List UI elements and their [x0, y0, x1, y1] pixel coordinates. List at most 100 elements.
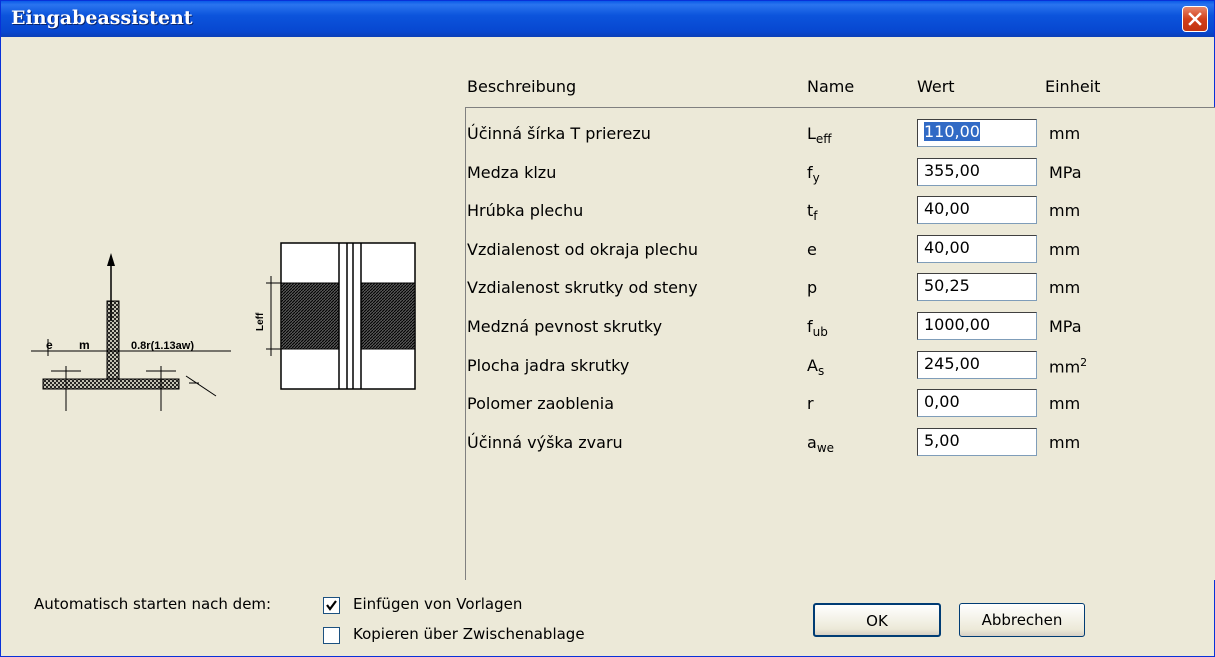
parameter-unit-text: mm — [1049, 124, 1081, 143]
checkbox-copy-clipboard[interactable] — [323, 627, 340, 644]
parameter-symbol-base: a — [807, 433, 817, 452]
auto-start-label: Automatisch starten nach dem: — [34, 595, 272, 613]
parameter-value-text: 245,00 — [924, 354, 980, 373]
parameter-description: Hrúbka plechu — [467, 201, 584, 220]
parameter-description: Účinná šírka T prierezu — [467, 124, 651, 143]
parameter-symbol: Leff — [807, 124, 832, 146]
cancel-button[interactable]: Abbrechen — [959, 603, 1085, 637]
t-section-side-view: e m 0.8r(1.13aw) — [31, 253, 231, 411]
header-unit: Einheit — [1045, 77, 1101, 96]
window-title: Eingabeassistent — [11, 7, 193, 29]
parameter-unit: MPa — [1049, 163, 1082, 182]
parameter-description: Vzdialenost od okraja plechu — [467, 240, 698, 259]
parameter-symbol: fub — [807, 317, 828, 339]
parameter-value-input[interactable]: 355,00 — [917, 158, 1037, 186]
parameter-symbol-base: r — [807, 394, 814, 413]
dialog-window: Eingabeassistent e m 0.8r(1.13aw) Leff B… — [0, 0, 1215, 657]
parameter-symbol: p — [807, 278, 817, 297]
parameter-row: Účinná výška zvaru awe 5,00 mm — [467, 428, 1107, 458]
parameter-value-input[interactable]: 40,00 — [917, 196, 1037, 224]
parameter-symbol: tf — [807, 201, 818, 223]
parameter-symbol-subscript: f — [813, 209, 818, 223]
parameter-symbol-subscript: ub — [812, 325, 828, 339]
parameter-value-text: 40,00 — [924, 238, 970, 257]
checkbox-copy-clipboard-label: Kopieren über Zwischenablage — [353, 625, 585, 643]
parameter-unit: mm — [1049, 394, 1080, 413]
close-button[interactable] — [1182, 6, 1208, 32]
parameter-row: Plocha jadra skrutky As 245,00 mm2 — [467, 351, 1107, 381]
parameter-symbol: fy — [807, 163, 820, 185]
parameter-symbol: e — [807, 240, 817, 259]
close-icon — [1188, 12, 1202, 26]
parameter-value-text: 355,00 — [924, 161, 980, 180]
parameter-description: Medza klzu — [467, 163, 557, 182]
parameter-symbol-base: L — [807, 124, 816, 143]
parameter-value-input[interactable]: 1000,00 — [917, 312, 1037, 340]
parameter-symbol: r — [807, 394, 814, 413]
parameter-row: Účinná šírka T prierezu Leff 110,00 mm — [467, 119, 1107, 149]
parameter-symbol-subscript: we — [816, 441, 835, 455]
parameter-symbol-base: e — [807, 240, 817, 259]
parameter-description: Polomer zaoblenia — [467, 394, 615, 413]
parameter-unit: mm — [1049, 240, 1080, 259]
parameter-value-input[interactable]: 0,00 — [917, 389, 1037, 417]
parameter-row: Vzdialenost od okraja plechu e 40,00 mm — [467, 235, 1107, 265]
parameter-symbol: As — [807, 356, 824, 378]
parameter-unit: mm — [1049, 433, 1080, 452]
parameter-value-text: 110,00 — [924, 122, 980, 141]
parameter-unit-text: MPa — [1049, 317, 1082, 336]
parameter-value-text: 50,25 — [924, 276, 970, 295]
parameter-unit: mm2 — [1049, 356, 1087, 376]
parameter-symbol: awe — [807, 433, 834, 455]
plate-front-view: Leff — [255, 242, 416, 390]
parameter-unit: mm — [1049, 278, 1080, 297]
parameter-row: Medzná pevnost skrutky fub 1000,00 MPa — [467, 312, 1107, 342]
parameter-value-text: 0,00 — [924, 392, 960, 411]
title-bar[interactable]: Eingabeassistent — [1, 1, 1214, 37]
parameter-symbol-subscript: y — [812, 171, 820, 185]
parameter-row: Vzdialenost skrutky od steny p 50,25 mm — [467, 273, 1107, 303]
t-stub-diagram: e m 0.8r(1.13aw) Leff — [31, 242, 416, 411]
parameter-description: Vzdialenost skrutky od steny — [467, 278, 698, 297]
parameter-unit-text: mm — [1049, 357, 1081, 377]
ok-button[interactable]: OK — [813, 603, 941, 637]
header-value: Wert — [917, 77, 955, 96]
parameter-value-input[interactable]: 110,00 — [917, 119, 1037, 147]
header-name: Name — [807, 77, 855, 96]
diagram-label-m: m — [79, 338, 90, 352]
parameter-row: Medza klzu fy 355,00 MPa — [467, 158, 1107, 188]
parameter-unit-superscript: 2 — [1080, 356, 1088, 369]
parameter-value-input[interactable]: 40,00 — [917, 235, 1037, 263]
parameter-value-text: 5,00 — [924, 431, 960, 450]
parameter-symbol-base: A — [807, 356, 818, 375]
parameter-unit-text: mm — [1049, 394, 1081, 413]
diagram-label-e: e — [46, 338, 53, 352]
checkbox-insert-templates-label: Einfügen von Vorlagen — [353, 595, 523, 613]
parameter-description: Plocha jadra skrutky — [467, 356, 630, 375]
diagram-label-r: 0.8r(1.13aw) — [131, 340, 194, 352]
parameter-unit: mm — [1049, 124, 1080, 143]
parameter-unit-text: mm — [1049, 278, 1081, 297]
parameter-unit-text: mm — [1049, 240, 1081, 259]
parameter-value-input[interactable]: 245,00 — [917, 351, 1037, 379]
checkbox-insert-templates[interactable] — [323, 597, 340, 614]
parameter-value-text: 1000,00 — [924, 315, 991, 334]
parameter-value-input[interactable]: 50,25 — [917, 273, 1037, 301]
diagram-label-leff: Leff — [255, 312, 266, 331]
parameter-unit: mm — [1049, 201, 1080, 220]
parameter-unit-text: mm — [1049, 201, 1081, 220]
check-icon — [326, 600, 337, 611]
parameter-unit: MPa — [1049, 317, 1082, 336]
parameter-row: Hrúbka plechu tf 40,00 mm — [467, 196, 1107, 226]
header-description: Beschreibung — [467, 77, 577, 96]
parameter-description: Medzná pevnost skrutky — [467, 317, 663, 336]
parameter-symbol-subscript: s — [817, 364, 825, 378]
parameter-symbol-base: p — [807, 278, 818, 297]
parameter-value-input[interactable]: 5,00 — [917, 428, 1037, 456]
parameter-unit-text: mm — [1049, 433, 1081, 452]
parameter-value-text: 40,00 — [924, 199, 970, 218]
parameter-description: Účinná výška zvaru — [467, 433, 623, 452]
parameter-unit-text: MPa — [1049, 163, 1082, 182]
parameter-row: Polomer zaoblenia r 0,00 mm — [467, 389, 1107, 419]
parameter-symbol-subscript: eff — [815, 132, 832, 146]
